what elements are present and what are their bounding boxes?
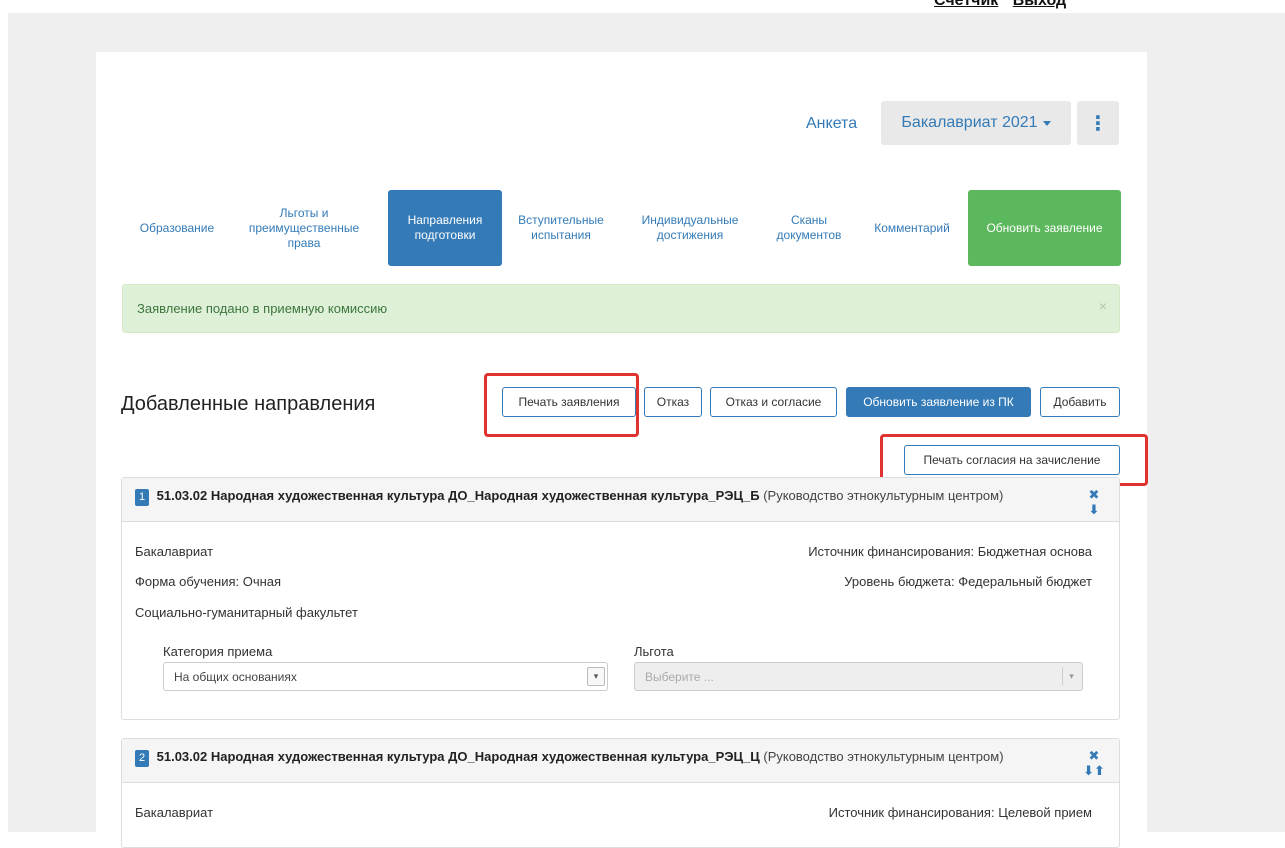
tab-achievements[interactable]: Индивидуальные достижения bbox=[624, 190, 756, 266]
logout-link[interactable]: Выход bbox=[1013, 0, 1066, 9]
direction-header: 1 51.03.02 Народная художественная культ… bbox=[122, 478, 1119, 522]
direction-funding: Источник финансирования: Целевой прием bbox=[828, 805, 1092, 820]
tab-scans[interactable]: Сканы документов bbox=[767, 190, 851, 266]
direction-form: Форма обучения: Очная bbox=[135, 574, 282, 589]
counter-link[interactable]: Счетчик bbox=[934, 0, 998, 9]
category-label: Категория приема bbox=[163, 644, 273, 659]
direction-funding: Источник финансирования: Бюджетная основ… bbox=[808, 544, 1092, 559]
direction-title: 51.03.02 Народная художественная культур… bbox=[156, 749, 760, 764]
category-select[interactable]: На общих основаниях ▾ bbox=[163, 662, 608, 691]
section-title: Добавленные направления bbox=[121, 393, 376, 415]
direction-level: Бакалавриат bbox=[135, 544, 214, 559]
caret-down-icon bbox=[1042, 120, 1051, 126]
close-icon[interactable]: × bbox=[1099, 298, 1107, 314]
delete-icon[interactable]: ✖ bbox=[1087, 487, 1101, 502]
anketa-link[interactable]: Анкета bbox=[806, 115, 857, 133]
more-vertical-icon: ⋮ bbox=[1088, 112, 1108, 135]
direction-number: 1 bbox=[135, 489, 149, 506]
benefit-label: Льгота bbox=[634, 644, 674, 659]
tab-education[interactable]: Образование bbox=[126, 190, 228, 266]
direction-panel: 1 51.03.02 Народная художественная культ… bbox=[121, 477, 1120, 720]
update-application-button[interactable]: Обновить заявление bbox=[968, 190, 1121, 266]
direction-faculty: Социально-гуманитарный факультет bbox=[135, 605, 358, 620]
refuse-and-consent-button[interactable]: Отказ и согласие bbox=[710, 387, 837, 417]
direction-tools: ✖ ⬇⬆ bbox=[1083, 748, 1105, 778]
direction-title: 51.03.02 Народная художественная культур… bbox=[156, 488, 760, 503]
level-dropdown-label: Бакалавриат 2021 bbox=[901, 114, 1038, 131]
topbar-links: Счетчик Выход bbox=[934, 0, 1076, 20]
tab-benefits[interactable]: Льготы и преимущественные права bbox=[237, 190, 371, 266]
direction-budget-level: Уровень бюджета: Федеральный бюджет bbox=[844, 574, 1092, 589]
alert-text: Заявление подано в приемную комиссию bbox=[137, 301, 388, 316]
tab-entrance-exams[interactable]: Вступительные испытания bbox=[509, 190, 613, 266]
category-select-value: На общих основаниях bbox=[174, 669, 297, 684]
add-button[interactable]: Добавить bbox=[1040, 387, 1120, 417]
benefit-select[interactable]: Выберите ... ▾ bbox=[634, 662, 1083, 691]
tab-directions[interactable]: Направления подготовки bbox=[388, 190, 502, 266]
delete-icon[interactable]: ✖ bbox=[1083, 748, 1105, 763]
main-card: Анкета Бакалавриат 2021 ⋮ Образование Ль… bbox=[96, 52, 1148, 848]
direction-header: 2 51.03.02 Народная художественная культ… bbox=[122, 739, 1119, 783]
direction-number: 2 bbox=[135, 750, 149, 767]
direction-subtitle: (Руководство этнокультурным центром) bbox=[763, 749, 1004, 764]
more-menu-button[interactable]: ⋮ bbox=[1077, 101, 1119, 145]
benefit-select-placeholder: Выберите ... bbox=[645, 669, 714, 684]
direction-subtitle: (Руководство этнокультурным центром) bbox=[763, 488, 1004, 503]
success-alert: Заявление подано в приемную комиссию × bbox=[122, 284, 1120, 333]
chevron-down-icon: ▾ bbox=[1062, 667, 1080, 686]
refuse-button[interactable]: Отказ bbox=[644, 387, 702, 417]
tab-comment[interactable]: Комментарий bbox=[864, 190, 960, 266]
level-dropdown[interactable]: Бакалавриат 2021 bbox=[881, 101, 1071, 145]
direction-tools: ✖ ⬇ bbox=[1087, 487, 1101, 517]
arrow-down-icon[interactable]: ⬇ bbox=[1087, 502, 1101, 517]
update-from-pk-button[interactable]: Обновить заявление из ПК bbox=[846, 387, 1031, 417]
direction-level: Бакалавриат bbox=[135, 805, 214, 820]
highlight-box bbox=[484, 373, 639, 437]
arrow-up-down-icon[interactable]: ⬇⬆ bbox=[1083, 763, 1105, 778]
chevron-down-icon: ▾ bbox=[587, 667, 605, 686]
